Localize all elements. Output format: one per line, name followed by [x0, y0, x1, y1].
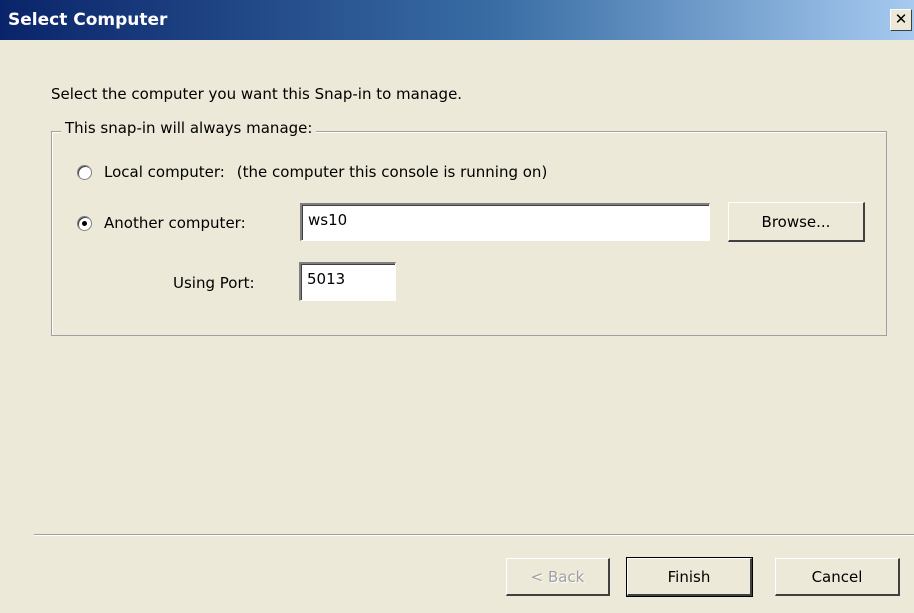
another-computer-label: Another computer:: [104, 214, 246, 232]
browse-button[interactable]: Browse...: [728, 202, 865, 242]
port-input[interactable]: 5013: [299, 262, 396, 301]
close-button[interactable]: ✕: [890, 9, 912, 31]
radio-dot: [82, 220, 87, 226]
local-computer-option[interactable]: Local computer: (the computer this conso…: [77, 163, 547, 181]
finish-button[interactable]: Finish: [626, 557, 753, 597]
back-button[interactable]: < Back: [506, 558, 610, 596]
another-computer-radio[interactable]: [77, 215, 92, 231]
window-title: Select Computer: [8, 10, 168, 30]
local-computer-radio[interactable]: [77, 164, 92, 180]
computer-name-input[interactable]: ws10: [300, 203, 710, 241]
title-bar: Select Computer ✕: [0, 0, 914, 40]
port-label: Using Port:: [173, 274, 255, 292]
cancel-button[interactable]: Cancel: [775, 558, 900, 596]
another-computer-option[interactable]: Another computer:: [77, 214, 246, 232]
instruction-text: Select the computer you want this Snap-i…: [51, 85, 463, 103]
local-computer-description: (the computer this console is running on…: [236, 163, 548, 181]
close-icon: ✕: [894, 10, 908, 28]
groupbox-legend: This snap-in will always manage:: [61, 119, 317, 137]
footer-divider: [34, 534, 914, 536]
local-computer-label: Local computer:: [104, 163, 225, 181]
